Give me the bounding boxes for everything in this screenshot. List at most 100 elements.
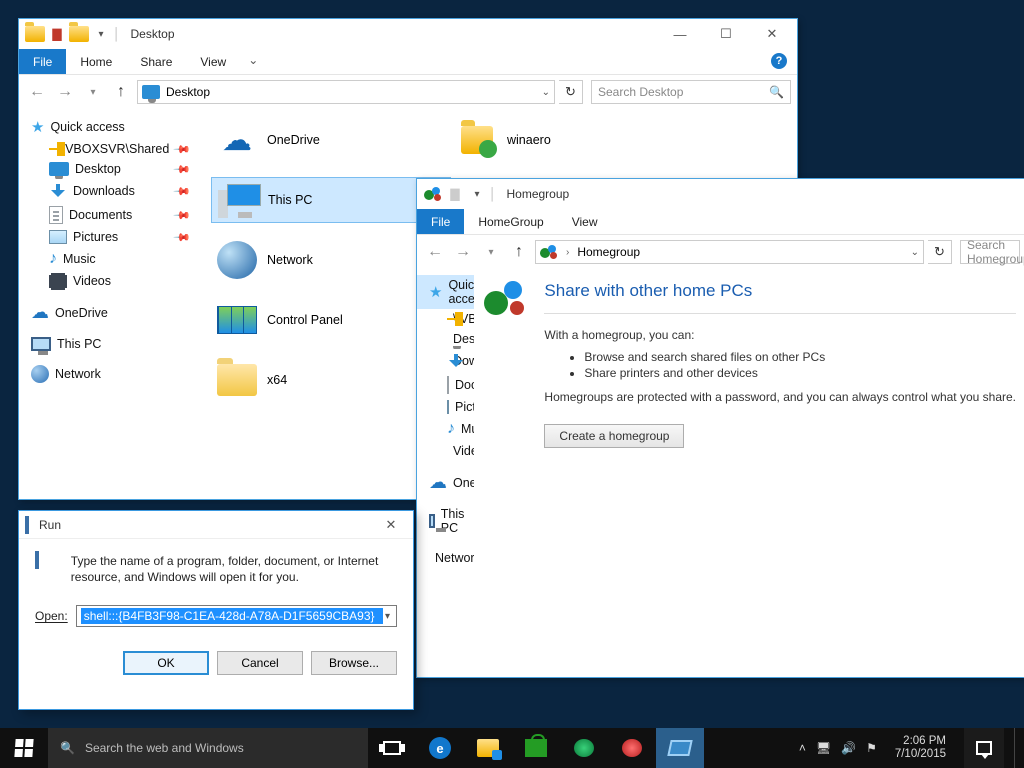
sidebar-item-vboxsvr[interactable]: \\VBOXSVR\Shared📌 [417, 309, 474, 329]
breadcrumb[interactable]: Desktop [166, 85, 210, 99]
expand-ribbon-button[interactable]: ⌄ [240, 49, 266, 74]
address-icon [142, 83, 160, 101]
address-box[interactable]: › Homegroup ⌄ [535, 240, 924, 264]
sidebar-item-downloads[interactable]: Downloads📌 [19, 179, 199, 203]
tab-home[interactable]: Home [66, 49, 126, 74]
close-button[interactable]: ✕ [371, 511, 411, 539]
nav-back-button[interactable]: ← [423, 240, 447, 264]
help-button[interactable]: ? [761, 49, 797, 74]
nav-up-button[interactable]: ↑ [507, 240, 531, 264]
search-input[interactable]: Search Desktop 🔍 [591, 80, 791, 104]
sidebar-quick-access[interactable]: ★Quick access [19, 115, 199, 139]
address-dropdown-icon[interactable]: ⌄ [911, 247, 919, 258]
minimize-button[interactable]: — [657, 19, 703, 49]
create-homegroup-button[interactable]: Create a homegroup [544, 424, 684, 448]
sidebar-network[interactable]: Network [417, 546, 474, 570]
tab-view[interactable]: View [558, 209, 612, 234]
refresh-button[interactable]: ↻ [559, 80, 583, 104]
tray-clock[interactable]: 2:06 PM 7/10/2015 [887, 735, 954, 761]
open-combobox[interactable]: shell:::{B4FB3F98-C1EA-428d-A78A-D1F5659… [76, 605, 397, 627]
sidebar-thispc[interactable]: This PC [417, 504, 474, 538]
sidebar-onedrive[interactable]: ☁OneDrive [19, 299, 199, 326]
navigation-pane[interactable]: ★Quick access \\VBOXSVR\Shared📌 Desktop📌… [19, 109, 199, 499]
tab-file[interactable]: File [417, 209, 464, 234]
taskbar-explorer[interactable] [464, 728, 512, 768]
search-input[interactable]: Search Homegroup [960, 240, 1020, 264]
window-icon [423, 184, 443, 204]
sidebar-item-documents[interactable]: Documents📌 [19, 203, 199, 227]
chevron-right-icon[interactable]: › [566, 247, 569, 258]
cancel-button[interactable]: Cancel [217, 651, 303, 675]
item-controlpanel[interactable]: Control Panel [211, 297, 451, 343]
run-dialog[interactable]: Run ✕ Type the name of a program, folder… [18, 510, 414, 710]
open-value[interactable]: shell:::{B4FB3F98-C1EA-428d-A78A-D1F5659… [81, 608, 383, 624]
pin-icon: 📌 [173, 182, 192, 201]
titlebar[interactable]: ▇ ▾ │ Homegroup [417, 179, 1024, 209]
navigation-pane[interactable]: ★Quick access \\VBOXSVR\Shared📌 Desktop📌… [417, 269, 474, 677]
address-box[interactable]: Desktop ⌄ [137, 80, 555, 104]
sidebar-item-desktop[interactable]: Desktop📌 [417, 329, 474, 349]
tab-view[interactable]: View [186, 49, 240, 74]
taskbar-app1[interactable] [560, 728, 608, 768]
tray-flag-icon[interactable]: ⚑ [866, 741, 877, 755]
sidebar-network[interactable]: Network [19, 362, 199, 386]
item-winaero[interactable]: winaero [451, 117, 691, 163]
item-onedrive[interactable]: ☁OneDrive [211, 117, 451, 163]
tab-share[interactable]: Share [126, 49, 186, 74]
nav-recent-button[interactable]: ▾ [81, 80, 105, 104]
task-view-button[interactable] [368, 728, 416, 768]
taskbar-store[interactable] [512, 728, 560, 768]
sidebar-item-videos[interactable]: Videos [19, 271, 199, 291]
tab-homegroup[interactable]: HomeGroup [464, 209, 557, 234]
qat-properties-icon[interactable]: ▇ [47, 24, 67, 44]
tray-network-icon[interactable]: 🖥 [816, 741, 831, 755]
browse-button[interactable]: Browse... [311, 651, 397, 675]
globe-icon [31, 365, 49, 383]
sidebar-quick-access[interactable]: ★Quick access [417, 275, 474, 309]
sidebar-thispc[interactable]: This PC [19, 334, 199, 354]
sidebar-item-music[interactable]: ♪Music [19, 247, 199, 271]
close-button[interactable]: ✕ [749, 19, 795, 49]
show-desktop-button[interactable] [1014, 728, 1020, 768]
taskbar-edge[interactable]: e [416, 728, 464, 768]
qat-properties-icon[interactable]: ▇ [445, 184, 465, 204]
nav-back-button[interactable]: ← [25, 80, 49, 104]
nav-recent-button[interactable]: ▾ [479, 240, 503, 264]
sidebar-item-documents[interactable]: Documents📌 [417, 373, 474, 397]
sidebar-item-videos[interactable]: Videos [417, 441, 474, 461]
chevron-down-icon[interactable]: ▾ [383, 611, 392, 622]
tray-volume-icon[interactable]: 🔊 [841, 741, 856, 755]
titlebar[interactable]: ▇ ▾ │ Desktop — ☐ ✕ [19, 19, 797, 49]
item-network[interactable]: Network [211, 237, 451, 283]
sidebar-onedrive[interactable]: ☁OneDrive [417, 469, 474, 496]
sidebar-item-downloads[interactable]: Downloads📌 [417, 349, 474, 373]
nav-up-button[interactable]: ↑ [109, 80, 133, 104]
qat-dropdown-icon[interactable]: ▾ [91, 24, 111, 44]
breadcrumb[interactable]: Homegroup [577, 245, 640, 259]
tray-overflow-button[interactable]: ˄ [799, 741, 806, 755]
taskbar[interactable]: 🔍 Search the web and Windows e ˄ 🖥 🔊 ⚑ 2… [0, 728, 1024, 768]
explorer-homegroup-window[interactable]: ▇ ▾ │ Homegroup File HomeGroup View ← → … [416, 178, 1024, 678]
start-button[interactable] [0, 728, 48, 768]
sidebar-item-pictures[interactable]: Pictures📌 [19, 227, 199, 247]
sidebar-item-desktop[interactable]: Desktop📌 [19, 159, 199, 179]
sidebar-item-pictures[interactable]: Pictures📌 [417, 397, 474, 417]
open-label: Open: [35, 609, 68, 623]
taskbar-search-input[interactable]: 🔍 Search the web and Windows [48, 728, 368, 768]
taskbar-app2[interactable] [608, 728, 656, 768]
qat-newfolder-icon[interactable] [69, 24, 89, 44]
action-center-button[interactable] [964, 728, 1004, 768]
refresh-button[interactable]: ↻ [928, 240, 952, 264]
ribbon: File HomeGroup View [417, 209, 1024, 235]
sidebar-item-vboxsvr[interactable]: \\VBOXSVR\Shared📌 [19, 139, 199, 159]
address-dropdown-icon[interactable]: ⌄ [542, 87, 550, 98]
maximize-button[interactable]: ☐ [703, 19, 749, 49]
item-thispc[interactable]: This PC [211, 177, 451, 223]
system-tray[interactable]: ˄ 🖥 🔊 ⚑ 2:06 PM 7/10/2015 [789, 728, 1024, 768]
taskbar-running-explorer[interactable] [656, 728, 704, 768]
sidebar-item-music[interactable]: ♪Music [417, 417, 474, 441]
qat-dropdown-icon[interactable]: ▾ [467, 184, 487, 204]
item-x64[interactable]: x64 [211, 357, 451, 403]
tab-file[interactable]: File [19, 49, 66, 74]
ok-button[interactable]: OK [123, 651, 209, 675]
